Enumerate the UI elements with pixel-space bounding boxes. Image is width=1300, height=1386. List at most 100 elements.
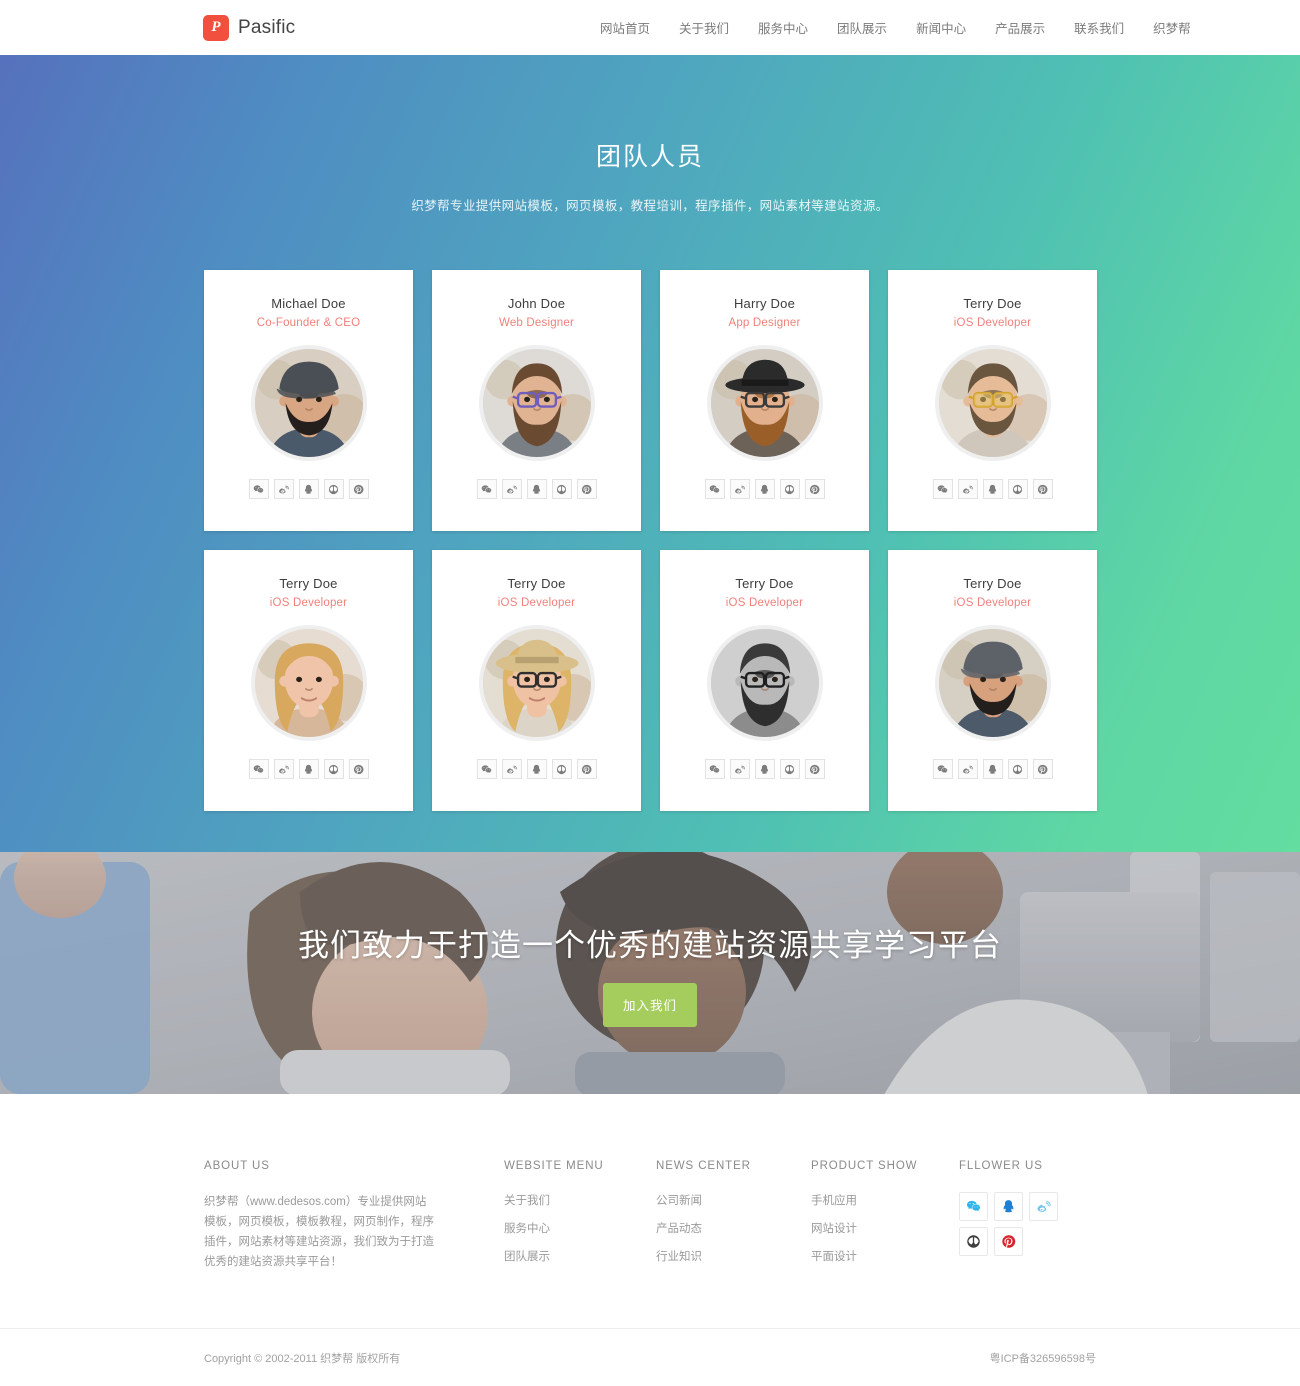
renren-icon[interactable]: [959, 1227, 988, 1256]
footer-link-服务中心[interactable]: 服务中心: [504, 1220, 656, 1236]
qq-icon[interactable]: [754, 479, 775, 499]
wechat-icon[interactable]: [476, 479, 497, 499]
member-avatar: [250, 625, 367, 741]
nav-item-5[interactable]: 产品展示: [995, 18, 1045, 37]
wechat-icon[interactable]: [248, 759, 269, 779]
page-title: 团队人员: [595, 143, 704, 171]
nav-item-2[interactable]: 服务中心: [758, 18, 808, 37]
pinterest-icon[interactable]: [804, 759, 825, 779]
member-avatar: [934, 345, 1051, 461]
nav-item-0[interactable]: 网站首页: [600, 18, 650, 37]
team-member-card[interactable]: Terry Doe iOS Developer: [888, 550, 1097, 811]
weibo-icon[interactable]: [273, 479, 294, 499]
footer-link-网站设计[interactable]: 网站设计: [811, 1220, 959, 1236]
pinterest-icon[interactable]: [994, 1227, 1023, 1256]
footer-column-follow: FLLOWER US: [959, 1160, 1096, 1276]
nav-item-6[interactable]: 联系我们: [1074, 18, 1124, 37]
qq-icon[interactable]: [526, 479, 547, 499]
member-role: iOS Developer: [725, 597, 804, 609]
team-member-card[interactable]: Michael Doe Co-Founder & CEO: [204, 270, 413, 531]
footer-link-公司新闻[interactable]: 公司新闻: [656, 1192, 811, 1208]
pinterest-icon[interactable]: [348, 759, 369, 779]
footer-menu-links: 关于我们服务中心团队展示: [504, 1192, 656, 1264]
footer-news-links: 公司新闻产品动态行业知识: [656, 1192, 811, 1264]
pinterest-icon[interactable]: [1032, 479, 1053, 499]
footer-social-links: [959, 1192, 1063, 1256]
renren-icon[interactable]: [551, 479, 572, 499]
member-role: iOS Developer: [497, 597, 576, 609]
renren-icon[interactable]: [1007, 479, 1028, 499]
member-social-links: [248, 759, 369, 779]
pinterest-icon[interactable]: [348, 479, 369, 499]
pasific-logo-icon: P: [203, 14, 229, 41]
page-subtitle: 织梦帮专业提供网站模板，网页模板，教程培训，程序插件，网站素材等建站资源。: [411, 199, 889, 213]
qq-icon[interactable]: [298, 759, 319, 779]
wechat-icon[interactable]: [476, 759, 497, 779]
footer-link-关于我们[interactable]: 关于我们: [504, 1192, 656, 1208]
member-name: Harry Doe: [733, 296, 796, 311]
qq-icon[interactable]: [754, 759, 775, 779]
qq-icon[interactable]: [994, 1192, 1023, 1221]
qq-icon[interactable]: [298, 479, 319, 499]
site-footer: ABOUT US 织梦帮（www.dedesos.com）专业提供网站模板，网页…: [0, 1094, 1300, 1386]
team-member-card[interactable]: Terry Doe iOS Developer: [204, 550, 413, 811]
team-member-card[interactable]: Harry Doe App Designer: [660, 270, 869, 531]
footer-link-平面设计[interactable]: 平面设计: [811, 1248, 959, 1264]
pinterest-icon[interactable]: [1032, 759, 1053, 779]
wechat-icon[interactable]: [932, 759, 953, 779]
member-avatar: [934, 625, 1051, 741]
renren-icon[interactable]: [323, 479, 344, 499]
member-name: Terry Doe: [279, 576, 338, 591]
member-social-links: [476, 759, 597, 779]
member-name: Terry Doe: [735, 576, 794, 591]
team-member-card[interactable]: Terry Doe iOS Developer: [660, 550, 869, 811]
renren-icon[interactable]: [1007, 759, 1028, 779]
nav-item-3[interactable]: 团队展示: [837, 18, 887, 37]
weibo-icon[interactable]: [729, 479, 750, 499]
footer-about-title: ABOUT US: [204, 1160, 270, 1172]
wechat-icon[interactable]: [704, 479, 725, 499]
qq-icon[interactable]: [982, 759, 1003, 779]
cta-banner: 我们致力于打造一个优秀的建站资源共享学习平台 加入我们: [0, 852, 1300, 1094]
footer-link-行业知识[interactable]: 行业知识: [656, 1248, 811, 1264]
wechat-icon[interactable]: [704, 759, 725, 779]
weibo-icon[interactable]: [957, 759, 978, 779]
pinterest-icon[interactable]: [576, 759, 597, 779]
wechat-icon[interactable]: [932, 479, 953, 499]
weibo-icon[interactable]: [501, 759, 522, 779]
member-role: App Designer: [728, 317, 801, 329]
footer-product-title: PRODUCT SHOW: [811, 1160, 918, 1172]
weibo-icon[interactable]: [729, 759, 750, 779]
weibo-icon[interactable]: [501, 479, 522, 499]
icp-license-link[interactable]: 粤ICP备326596598号: [990, 1350, 1096, 1366]
renren-icon[interactable]: [779, 479, 800, 499]
qq-icon[interactable]: [526, 759, 547, 779]
nav-item-7[interactable]: 织梦帮: [1153, 18, 1191, 37]
wechat-icon[interactable]: [248, 479, 269, 499]
join-us-button[interactable]: 加入我们: [603, 982, 697, 1027]
member-avatar: [250, 345, 367, 461]
footer-follow-title: FLLOWER US: [959, 1160, 1043, 1172]
member-role: iOS Developer: [953, 317, 1032, 329]
footer-link-产品动态[interactable]: 产品动态: [656, 1220, 811, 1236]
brand-logo[interactable]: P Pasific: [203, 14, 295, 41]
weibo-icon[interactable]: [273, 759, 294, 779]
team-member-card[interactable]: Terry Doe iOS Developer: [432, 550, 641, 811]
qq-icon[interactable]: [982, 479, 1003, 499]
site-header: P Pasific 网站首页 关于我们 服务中心 团队展示 新闻中心 产品展示 联系我们 织梦…: [0, 0, 1300, 55]
pinterest-icon[interactable]: [576, 479, 597, 499]
team-member-card[interactable]: Terry Doe iOS Developer: [888, 270, 1097, 531]
footer-link-团队展示[interactable]: 团队展示: [504, 1248, 656, 1264]
member-name: Michael Doe: [271, 296, 346, 311]
footer-link-手机应用[interactable]: 手机应用: [811, 1192, 959, 1208]
renren-icon[interactable]: [323, 759, 344, 779]
weibo-icon[interactable]: [957, 479, 978, 499]
nav-item-1[interactable]: 关于我们: [679, 18, 729, 37]
team-member-card[interactable]: John Doe Web Designer: [432, 270, 641, 531]
renren-icon[interactable]: [551, 759, 572, 779]
pinterest-icon[interactable]: [804, 479, 825, 499]
renren-icon[interactable]: [779, 759, 800, 779]
weibo-icon[interactable]: [1029, 1192, 1058, 1221]
nav-item-4[interactable]: 新闻中心: [916, 18, 966, 37]
wechat-icon[interactable]: [959, 1192, 988, 1221]
